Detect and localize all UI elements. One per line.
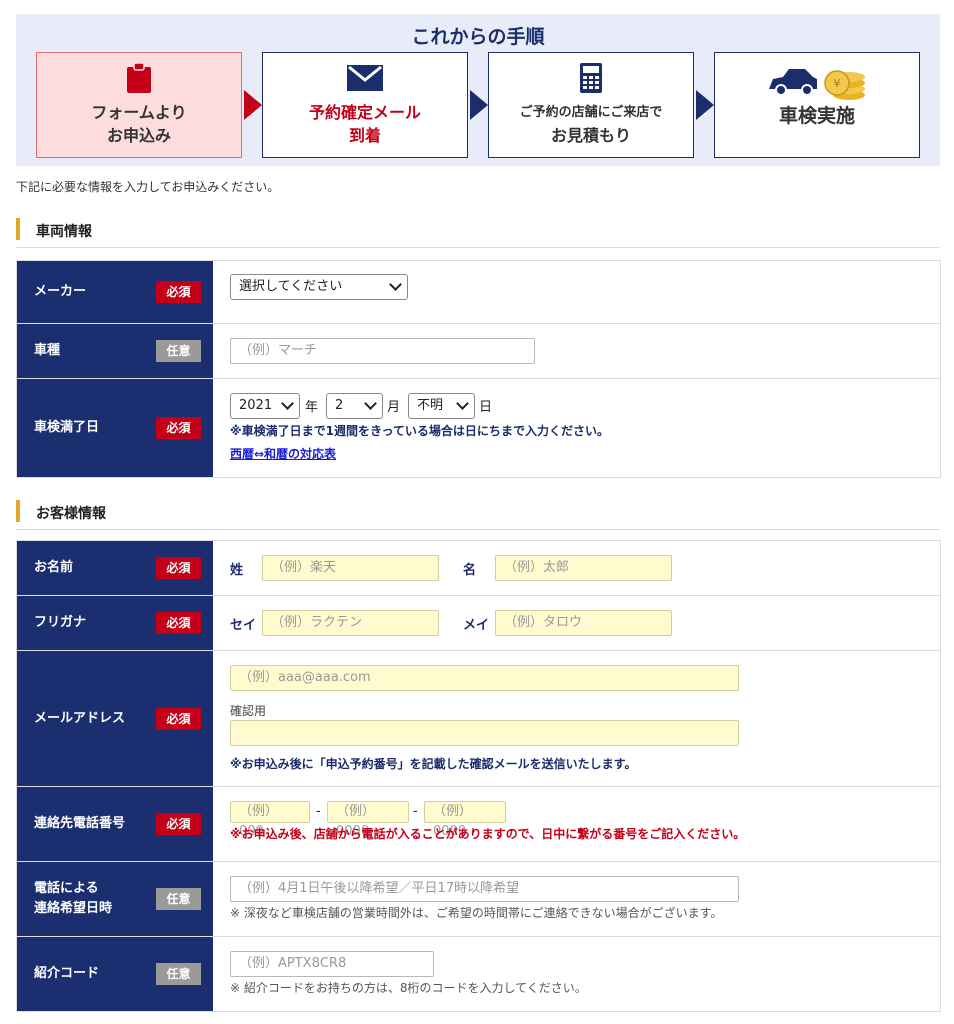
last-kana-input[interactable]: （例）ラクテン bbox=[262, 610, 439, 636]
email-confirm-label: 確認用 bbox=[230, 704, 267, 718]
row-contact-time: 電話による 連絡希望日時 任意 （例）4月1日午後以降希望／平日17時以降希望 … bbox=[17, 862, 940, 937]
section-title: 車両情報 bbox=[36, 224, 92, 240]
calculator-icon bbox=[489, 61, 693, 95]
step-arrow-icon bbox=[244, 90, 262, 120]
last-name-input[interactable]: （例）楽天 bbox=[262, 555, 439, 581]
section-heading-customer: お客様情報 bbox=[16, 496, 940, 530]
expiry-month-select[interactable]: 2 bbox=[326, 393, 383, 419]
month-unit: 月 bbox=[387, 400, 401, 415]
phone-separator: - bbox=[413, 804, 418, 819]
last-kana-label: セイ bbox=[230, 618, 257, 633]
contact-time-input[interactable]: （例）4月1日午後以降希望／平日17時以降希望 bbox=[230, 876, 739, 902]
first-kana-label: メイ bbox=[463, 618, 490, 633]
required-badge: 必須 bbox=[156, 813, 201, 835]
required-badge: 必須 bbox=[156, 281, 201, 303]
step-arrow-icon bbox=[470, 90, 488, 120]
step-email-line2: 到着 bbox=[348, 126, 381, 145]
chevron-down-icon bbox=[281, 397, 294, 410]
required-badge: 必須 bbox=[156, 557, 201, 579]
row-name: お名前 必須 姓 （例）楽天 名 （例）太郎 bbox=[17, 541, 940, 596]
year-unit: 年 bbox=[305, 400, 319, 415]
section-accent-bar bbox=[16, 218, 20, 240]
intro-text: 下記に必要な情報を入力してお申込みください。 bbox=[16, 180, 280, 194]
field-label: 車検満了日 bbox=[34, 420, 100, 435]
step-estimate: ご予約の店舗にご来店で お見積もり bbox=[488, 52, 694, 158]
field-label: メールアドレス bbox=[34, 710, 126, 726]
expiry-note: ※車検満了日まで1週間をきっている場合は日にちまで入力ください。 bbox=[230, 424, 609, 438]
chevron-down-icon bbox=[456, 397, 469, 410]
envelope-icon bbox=[263, 61, 467, 95]
row-model: 車種 任意 （例）マーチ bbox=[17, 324, 940, 379]
referral-code-input[interactable]: （例）APTX8CR8 bbox=[230, 951, 434, 977]
step-email-line1: 予約確定メール bbox=[308, 103, 421, 122]
row-referral: 紹介コード 任意 （例）APTX8CR8 ※ 紹介コードをお持ちの方は、8桁のコ… bbox=[17, 937, 940, 1011]
optional-badge: 任意 bbox=[156, 340, 201, 362]
clipboard-icon bbox=[37, 61, 241, 95]
required-badge: 必須 bbox=[156, 707, 201, 730]
step-form-line1: フォームより bbox=[91, 103, 187, 122]
field-label: メーカー bbox=[34, 284, 87, 299]
section-accent-bar bbox=[16, 500, 20, 522]
field-label: お名前 bbox=[34, 560, 74, 575]
field-label: 車種 bbox=[34, 343, 61, 358]
steps-title: これからの手順 bbox=[411, 26, 545, 48]
expiry-day-select[interactable]: 不明 bbox=[408, 393, 475, 419]
phone-note: ※お申込み後、店舗から電話が入ることがありますので、日中に繋がる番号をご記入くだ… bbox=[230, 827, 746, 841]
step-estimate-line2: お見積もり bbox=[550, 126, 631, 145]
phone-separator: - bbox=[316, 804, 321, 819]
day-unit: 日 bbox=[479, 400, 493, 415]
svg-text:¥: ¥ bbox=[834, 77, 841, 90]
first-name-input[interactable]: （例）太郎 bbox=[495, 555, 672, 581]
step-form: フォームより お申込み bbox=[36, 52, 242, 158]
first-kana-input[interactable]: （例）タロウ bbox=[495, 610, 672, 636]
email-input[interactable]: （例）aaa@aaa.com bbox=[230, 665, 739, 691]
step-email: 予約確定メール 到着 bbox=[262, 52, 468, 158]
step-estimate-line1: ご予約の店舗にご来店で bbox=[519, 105, 663, 120]
phone-last-input[interactable]: （例）0000 bbox=[424, 801, 506, 839]
step-form-line2: お申込み bbox=[106, 126, 171, 145]
field-label: 電話による 連絡希望日時 bbox=[34, 881, 113, 916]
chevron-down-icon bbox=[364, 397, 377, 410]
car-coins-icon: ¥ bbox=[769, 69, 865, 100]
contact-time-note: ※ 深夜など車検店舗の営業時間外は、ご希望の時間帯にご連絡できない場合がございま… bbox=[230, 906, 723, 920]
field-label: 連絡先電話番号 bbox=[34, 816, 126, 831]
field-label: フリガナ bbox=[34, 615, 87, 630]
section-heading-vehicle: 車両情報 bbox=[16, 214, 940, 248]
step-inspection: ¥ 車検実施 bbox=[714, 52, 920, 158]
first-name-label: 名 bbox=[463, 563, 477, 578]
customer-form-table: お名前 必須 姓 （例）楽天 名 （例）太郎 フリガナ 必須 セイ （例）ラクテ… bbox=[16, 540, 941, 1012]
step-inspection-label: 車検実施 bbox=[778, 105, 855, 127]
email-note: ※お申込み後に「申込予約番号」を記載した確認メールを送信いたします。 bbox=[230, 757, 637, 771]
row-phone: 連絡先電話番号 必須 （例）000 - （例）0000 - （例）0000 ※お… bbox=[17, 787, 940, 862]
steps-banner: これからの手順 フォームより お申込み 予約確定メール 到着 ご予約の店舗にご来… bbox=[16, 14, 940, 166]
email-confirm-input[interactable] bbox=[230, 720, 739, 746]
chevron-down-icon bbox=[389, 278, 402, 291]
phone-area-input[interactable]: （例）000 bbox=[230, 801, 310, 839]
row-kana: フリガナ 必須 セイ （例）ラクテン メイ （例）タロウ bbox=[17, 596, 940, 651]
optional-badge: 任意 bbox=[156, 963, 201, 985]
section-title: お客様情報 bbox=[36, 506, 106, 522]
model-input[interactable]: （例）マーチ bbox=[230, 338, 535, 364]
expiry-year-select[interactable]: 2021 bbox=[230, 393, 300, 419]
required-badge: 必須 bbox=[156, 417, 201, 439]
last-name-label: 姓 bbox=[230, 563, 244, 578]
era-table-link[interactable]: 西暦⇔和暦の対応表 bbox=[230, 445, 336, 462]
optional-badge: 任意 bbox=[156, 888, 201, 910]
referral-note: ※ 紹介コードをお持ちの方は、8桁のコードを入力してください。 bbox=[230, 981, 587, 995]
row-expiry: 車検満了日 必須 2021 年 2 月 不明 日 ※車検満了日まで1週間をきって… bbox=[17, 379, 940, 477]
vehicle-form-table: メーカー 必須 選択してください 車種 任意 （例）マーチ 車検満了日 必須 2… bbox=[16, 260, 941, 478]
row-maker: メーカー 必須 選択してください bbox=[17, 261, 940, 324]
step-arrow-icon bbox=[696, 90, 714, 120]
field-label: 紹介コード bbox=[34, 966, 100, 981]
required-badge: 必須 bbox=[156, 612, 201, 634]
row-email: メールアドレス 必須 （例）aaa@aaa.com 確認用 ※お申込み後に「申込… bbox=[17, 651, 940, 787]
phone-mid-input[interactable]: （例）0000 bbox=[327, 801, 409, 839]
maker-select[interactable]: 選択してください bbox=[230, 274, 408, 300]
